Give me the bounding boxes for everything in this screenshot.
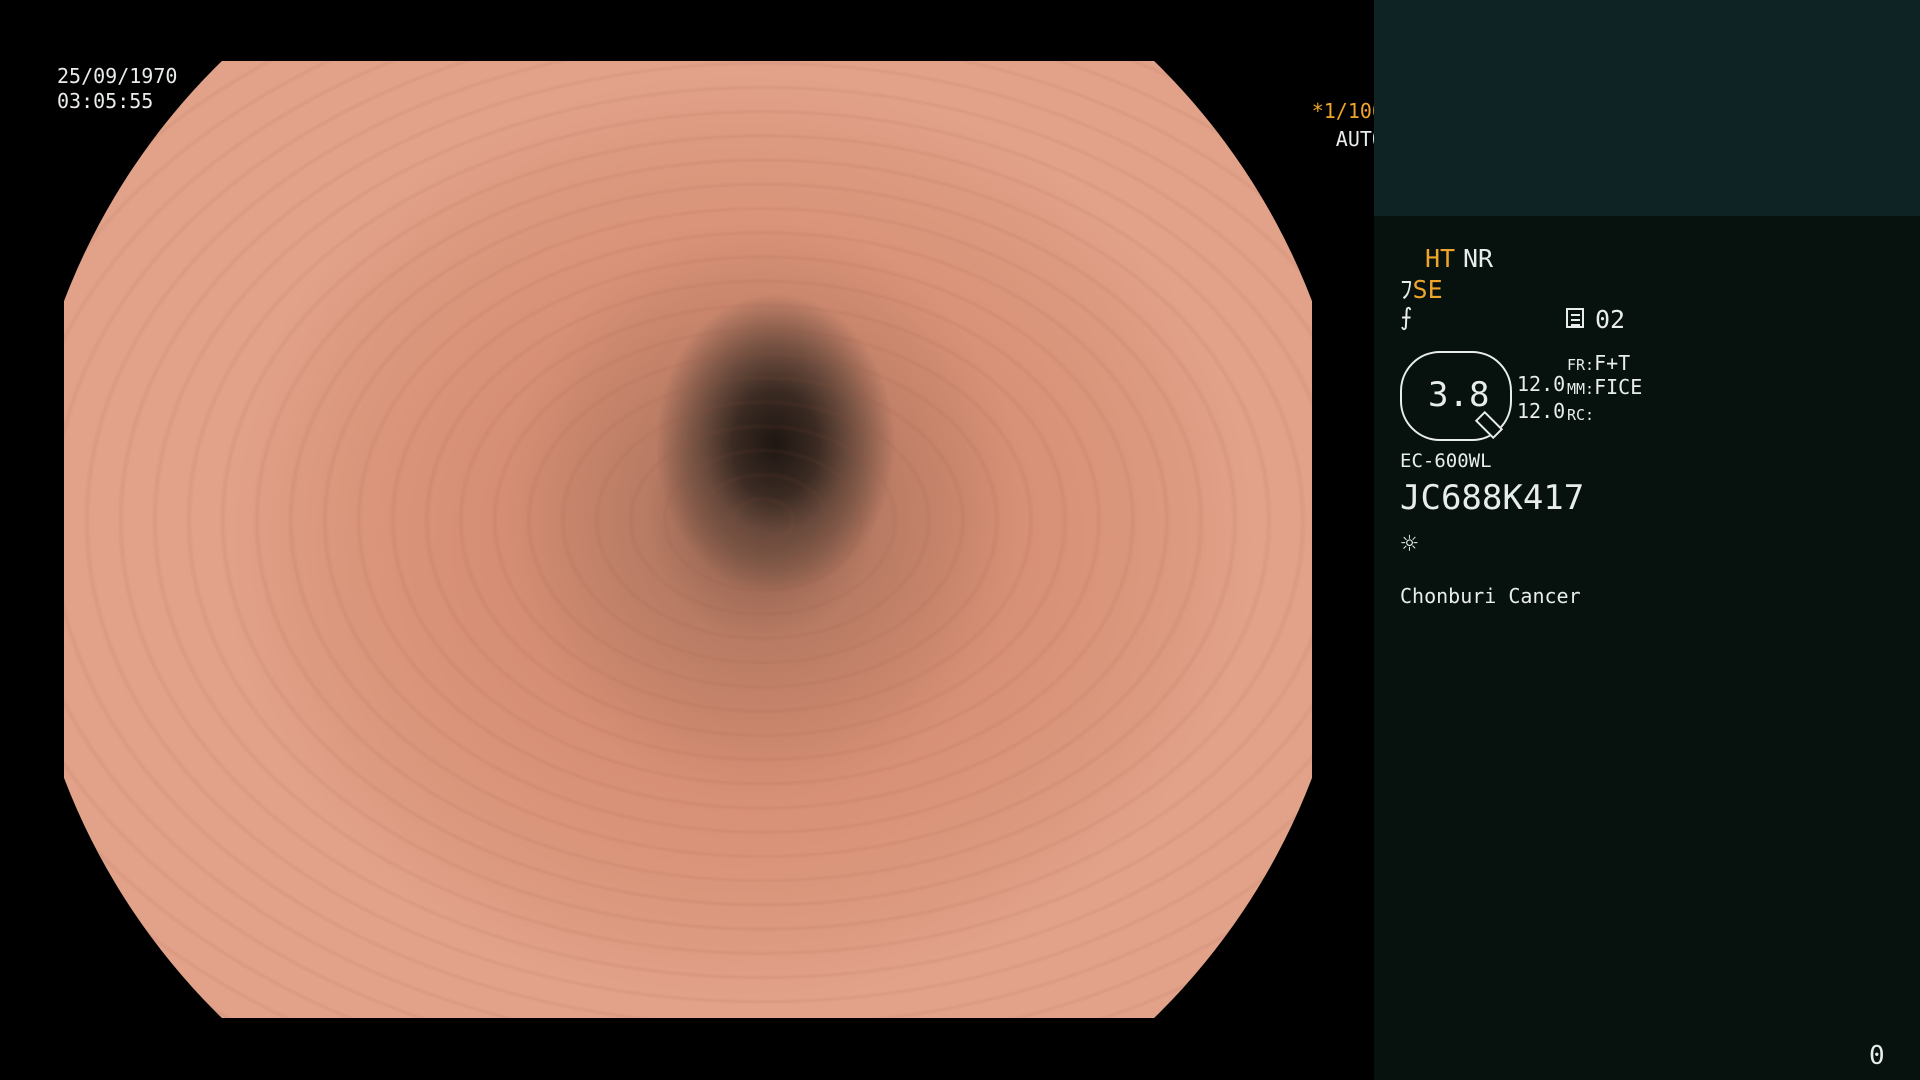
endoscope-viewport — [0, 0, 1374, 1080]
se-indicator: SE — [1412, 275, 1443, 304]
exam-date: 25/09/1970 — [57, 64, 178, 88]
mm-row: MM:FICE — [1567, 377, 1642, 397]
rc-row: RC: — [1567, 403, 1594, 423]
enhance-icon: ⨍ — [1400, 303, 1413, 331]
scope-model: EC-600WL — [1400, 450, 1492, 472]
zoom-value: 3.8 — [1428, 375, 1490, 415]
fr-row: FR:F+T — [1567, 353, 1630, 373]
scope-serial: JC688K417 — [1400, 478, 1585, 518]
memory-icon — [1566, 308, 1584, 328]
page-number: 0 — [1869, 1041, 1885, 1071]
hospital-name: Chonburi Cancer — [1400, 584, 1581, 608]
endoscopic-image — [64, 61, 1312, 1018]
setting-value-a: 12.0 — [1517, 372, 1566, 396]
setting-value-b: 12.0 — [1517, 399, 1566, 423]
fr-label: FR: — [1567, 356, 1595, 374]
light-icon: ☼ — [1401, 527, 1418, 560]
mm-label: MM: — [1567, 380, 1595, 398]
info-panel — [1374, 0, 1920, 1080]
info-panel-header — [1374, 0, 1920, 216]
fr-value: F+T — [1594, 351, 1631, 375]
nr-indicator: NR — [1463, 244, 1494, 273]
structure-enhance-icon: ﾌ — [1400, 275, 1413, 304]
rc-label: RC: — [1567, 406, 1595, 424]
exam-time: 03:05:55 — [57, 89, 154, 113]
ht-indicator: HT — [1425, 244, 1456, 273]
mm-value: FICE — [1594, 375, 1643, 399]
memory-number: 02 — [1595, 305, 1626, 334]
structure-enhance-row: ﾌSE — [1400, 277, 1443, 302]
